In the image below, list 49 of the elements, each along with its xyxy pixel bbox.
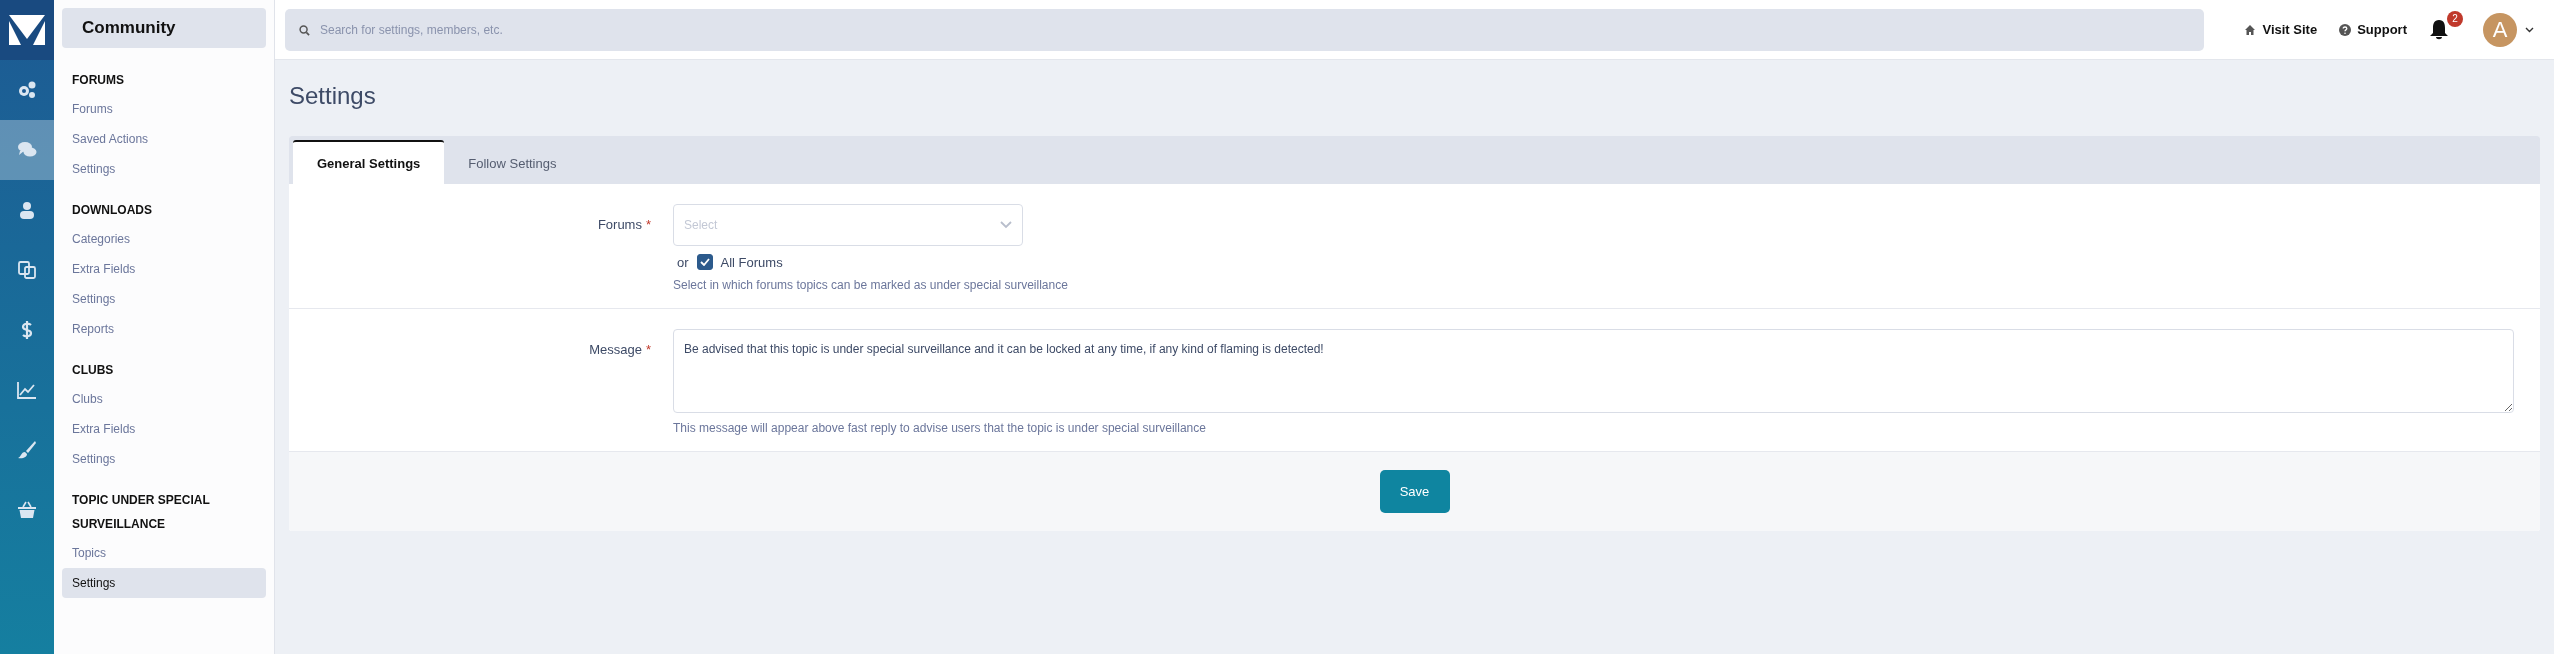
top-link[interactable]: Support — [2339, 22, 2407, 37]
home-icon — [2244, 23, 2257, 36]
notification-badge: 2 — [2447, 10, 2463, 27]
search-field[interactable]: Search for settings, members, etc. — [285, 8, 2205, 51]
top-link[interactable]: Visit Site — [2244, 22, 2318, 37]
field-label: Message * — [588, 341, 651, 359]
tab[interactable]: General Settings — [293, 140, 445, 184]
sidebar-item[interactable]: Forums — [62, 94, 266, 124]
basket-icon — [17, 500, 37, 520]
link-label: Visit Site — [2262, 22, 2318, 37]
sidebar-item[interactable]: Extra Fields — [62, 254, 266, 284]
sidebar-item[interactable]: Topics — [62, 538, 266, 568]
copy-icon — [17, 260, 37, 280]
section-heading: DOWNLOADS — [71, 202, 153, 219]
sidebar-item[interactable]: Reports — [62, 314, 266, 344]
checkmark-icon — [699, 258, 710, 266]
link-label: Support — [2357, 22, 2407, 37]
line-chart-icon — [17, 380, 37, 400]
checkbox[interactable] — [696, 254, 713, 270]
or-text: or — [677, 254, 689, 270]
brush-icon — [17, 440, 37, 460]
gears-icon — [17, 80, 37, 100]
chevron-down-icon[interactable] — [2525, 26, 2534, 33]
help-text: This message will appear above fast reply to advise users that the topic is under special surveillance — [673, 421, 1207, 435]
user-icon — [17, 200, 37, 220]
sidebar-item[interactable]: Settings — [62, 154, 266, 184]
checkbox-label: All Forums — [720, 254, 783, 270]
sidebar-item[interactable]: Settings — [62, 568, 266, 598]
section-heading: CLUBS — [71, 362, 115, 379]
message-field[interactable]: Be advised that this topic is under special surveillance and it can be locked at any time, if any kind of flaming is detected! — [673, 329, 2514, 413]
sidebar-item[interactable]: Extra Fields — [62, 414, 266, 444]
field-label: Forums * — [596, 216, 651, 234]
logo-icon[interactable] — [9, 15, 45, 45]
help-text: Select in which forums topics can be marked as under special surveillance — [673, 278, 1069, 292]
section-heading: TOPIC UNDER SPECIAL SURVEILLANCE — [71, 492, 211, 533]
sidebar-item[interactable]: Saved Actions — [62, 124, 266, 154]
sidebar-item[interactable]: Clubs — [62, 384, 266, 414]
sidebar-item[interactable]: Settings — [62, 284, 266, 314]
chevron-down-icon — [1000, 221, 1012, 229]
user-avatar[interactable]: A — [2483, 12, 2517, 47]
section-heading: FORUMS — [71, 72, 125, 89]
sidebar-item[interactable]: Categories — [62, 224, 266, 254]
sidebar-title: Community — [62, 8, 266, 48]
sidebar-item[interactable]: Settings — [62, 444, 266, 474]
tab[interactable]: Follow Settings — [444, 140, 581, 184]
save-button[interactable]: Save — [1379, 470, 1450, 513]
help-icon — [2339, 23, 2352, 36]
page-title: Settings — [289, 82, 377, 110]
bell-icon[interactable] — [2429, 18, 2449, 41]
